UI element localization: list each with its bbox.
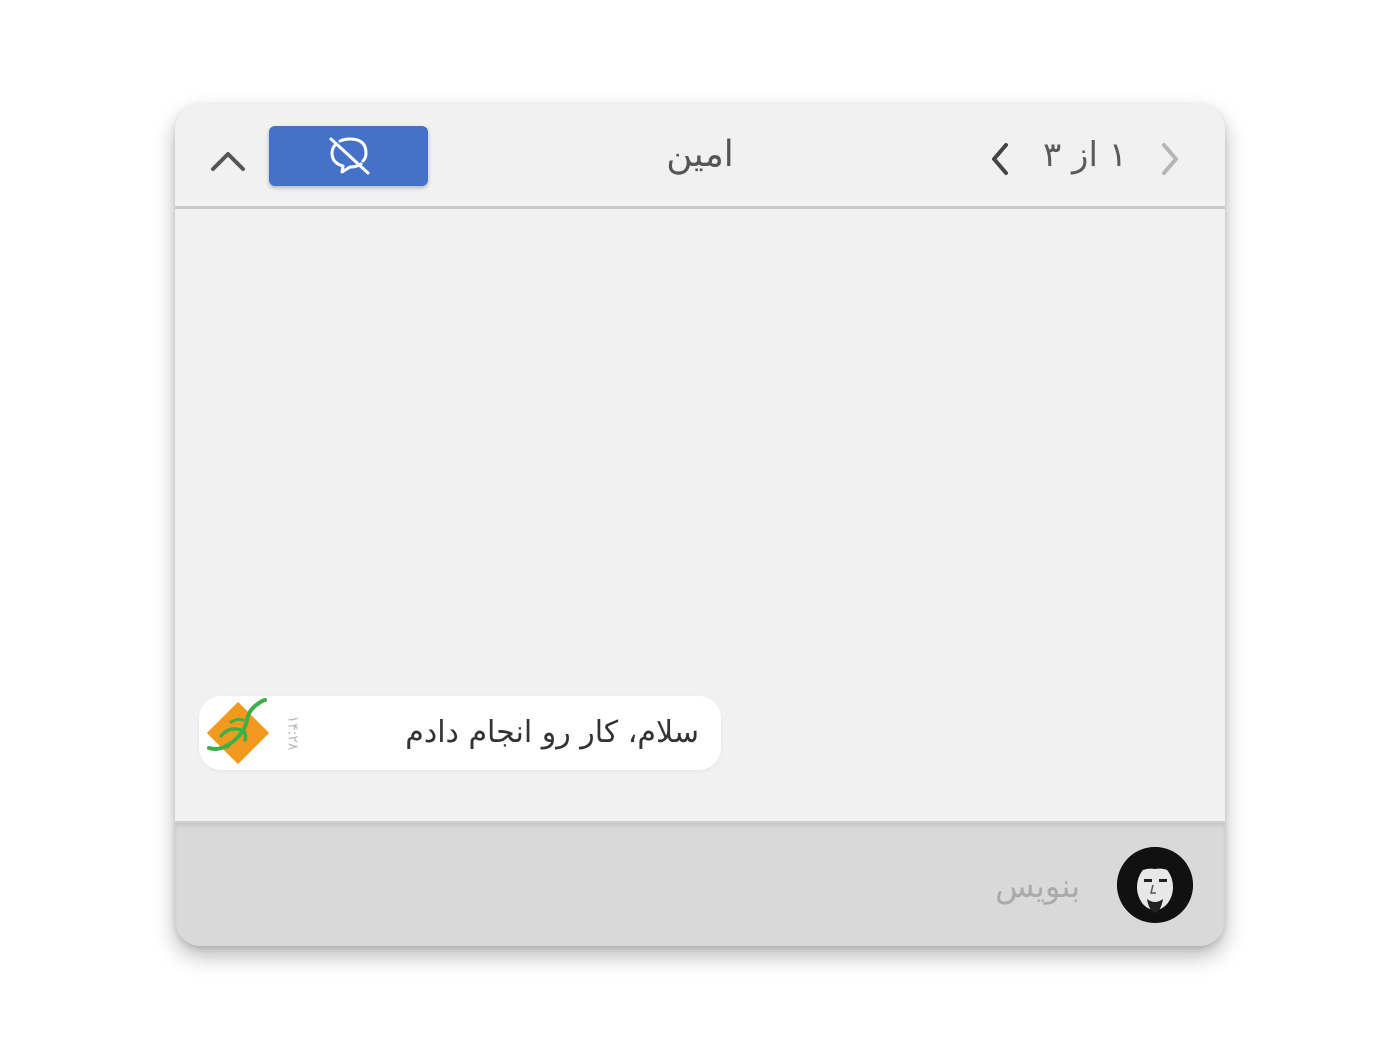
chevron-left-icon [992,143,1008,175]
chat-off-icon [329,137,369,175]
message-text: سلام، کار رو انجام دادم [405,715,699,750]
user-avatar[interactable] [1117,847,1193,923]
chat-window: امین ۱ از ۳ ۱۴:۲۸ سلام، کار رو انجام داد… [175,104,1225,946]
chevron-up-icon [211,152,245,171]
pager-counter: ۱ از ۳ [1042,135,1127,175]
chat-header: امین ۱ از ۳ [175,104,1225,209]
previous-chat-button[interactable] [1150,136,1190,182]
collapse-button[interactable] [205,138,251,184]
mute-chat-button[interactable] [269,126,428,186]
next-chat-button[interactable] [980,136,1020,182]
chevron-right-icon [1162,143,1178,175]
message-time-label: ۱۴:۲۸ [284,715,301,751]
message-composer [175,821,1225,946]
chat-title: امین [666,134,734,175]
message-bubble: ۱۴:۲۸ سلام، کار رو انجام دادم [199,696,721,770]
message-input[interactable] [425,861,1080,911]
message-time: ۱۴:۲۸ [277,715,307,751]
sender-logo-avatar [201,696,275,770]
message-list: ۱۴:۲۸ سلام، کار رو انجام دادم [175,209,1225,821]
